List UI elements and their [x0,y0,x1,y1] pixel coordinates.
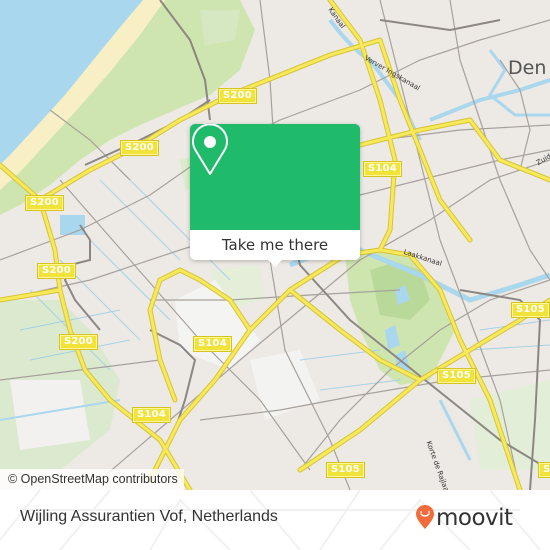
popup-header[interactable] [190,124,360,230]
road-shield-s200: S200 [60,335,97,349]
take-me-there-label: Take me there [221,236,329,254]
osm-attribution[interactable]: © OpenStreetMap contributors [0,469,184,490]
popup-pointer [267,259,283,267]
map-pin-icon [192,124,228,175]
moovit-wordmark: moovit [436,504,513,531]
footer-banner: Wijling Assurantien Vof, Netherlands moo… [0,490,550,550]
road-shield-s104: S104 [194,337,231,351]
map-view[interactable]: S200 S200 S200 S200 S200 S200 S104 S104 … [0,0,550,490]
road-shield-s200: S200 [38,264,75,278]
road-shield-s200: S200 [26,196,63,210]
take-me-there-button[interactable]: Take me there [190,230,360,260]
road-shield-s200: S200 [121,141,158,155]
place-name: Wijling Assurantien Vof, Netherlands [20,508,278,525]
road-shield-s104: S104 [133,408,170,422]
road-shield-s105: S105 [539,463,550,477]
city-label: Den [508,57,547,79]
moovit-pin-icon [416,505,434,529]
moovit-logo[interactable]: moovit [415,505,513,530]
road-shield-s105: S105 [512,303,549,317]
road-shield-s105: S105 [327,463,364,477]
road-shield-s104: S104 [364,162,401,176]
location-popup[interactable]: Take me there [190,124,360,267]
road-shield-s200: S200 [219,89,256,103]
road-shield-s105: S105 [438,369,475,383]
